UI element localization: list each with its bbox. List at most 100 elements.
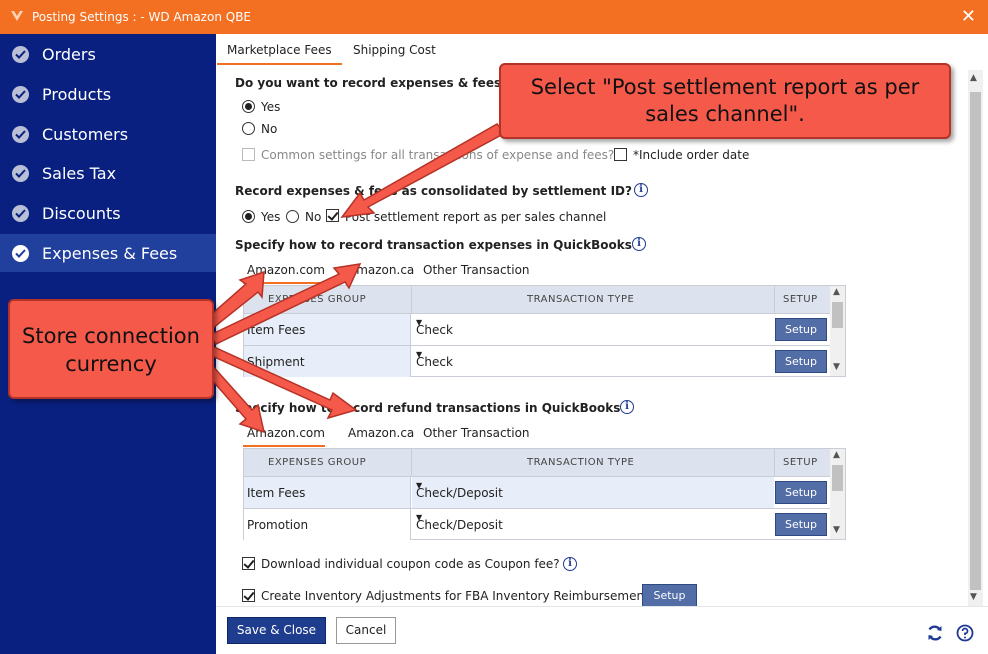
radio-record-no[interactable] bbox=[242, 122, 255, 135]
subtab-amazon-com[interactable]: Amazon.com bbox=[247, 426, 325, 440]
section-transaction-expenses-title: Specify how to record transaction expens… bbox=[235, 238, 632, 252]
coupon-fee-checkbox[interactable] bbox=[242, 557, 255, 570]
cell-group: Item Fees bbox=[247, 323, 306, 337]
radio-label-no: No bbox=[261, 122, 278, 136]
grid-header: EXPENSES GROUP TRANSACTION TYPE SETUP bbox=[244, 286, 830, 313]
setup-button[interactable]: Setup bbox=[775, 481, 827, 504]
common-settings-label: Common settings for all transactions of … bbox=[261, 148, 615, 162]
coupon-fee-label: Download individual coupon code as Coupo… bbox=[261, 557, 560, 571]
scroll-down-icon[interactable]: ▼ bbox=[970, 592, 977, 602]
info-icon[interactable]: i bbox=[620, 400, 634, 414]
help-icon[interactable] bbox=[956, 624, 974, 642]
dropdown-arrow-icon[interactable]: ▼ bbox=[416, 350, 770, 359]
subtab-amazon-ca[interactable]: Amazon.ca bbox=[348, 263, 414, 277]
check-circle-icon bbox=[12, 46, 29, 63]
setup-button[interactable]: Setup bbox=[775, 513, 827, 536]
info-icon[interactable]: i bbox=[563, 557, 577, 571]
transaction-type-dropdown[interactable]: Check ▼ bbox=[412, 314, 774, 345]
radio-label-yes: Yes bbox=[261, 100, 281, 114]
transaction-type-dropdown[interactable]: Check/Deposit ▼ bbox=[412, 477, 774, 508]
app-logo-icon bbox=[11, 11, 23, 21]
include-order-date-label: *Include order date bbox=[633, 148, 750, 162]
dropdown-arrow-icon[interactable]: ▼ bbox=[416, 513, 770, 522]
subtab-amazon-ca[interactable]: Amazon.ca bbox=[348, 426, 414, 440]
col-header-type: TRANSACTION TYPE bbox=[527, 294, 635, 305]
scroll-up-icon[interactable]: ▲ bbox=[970, 73, 977, 83]
common-settings-checkbox[interactable] bbox=[242, 148, 255, 161]
scroll-down-icon[interactable]: ▼ bbox=[833, 525, 840, 535]
table-row[interactable]: Item Fees Check ▼ Setup bbox=[244, 313, 830, 345]
scroll-up-icon[interactable]: ▲ bbox=[833, 450, 840, 460]
info-icon[interactable]: i bbox=[632, 237, 646, 251]
tab-marketplace-fees[interactable]: Marketplace Fees bbox=[217, 43, 342, 65]
col-header-setup: SETUP bbox=[783, 294, 818, 305]
check-circle-icon bbox=[12, 245, 29, 262]
check-circle-icon bbox=[12, 205, 29, 222]
col-header-group: EXPENSES GROUP bbox=[268, 294, 367, 305]
check-circle-icon bbox=[12, 165, 29, 182]
sidebar-item-expenses-fees[interactable]: Expenses & Fees bbox=[0, 234, 216, 272]
post-settlement-label: Post settlement report as per sales chan… bbox=[345, 210, 607, 224]
refund-grid: EXPENSES GROUP TRANSACTION TYPE SETUP It… bbox=[243, 448, 846, 540]
sidebar-item-label: Discounts bbox=[42, 204, 121, 223]
subtab-other-transaction[interactable]: Other Transaction bbox=[423, 426, 530, 440]
sidebar-item-label: Sales Tax bbox=[42, 164, 117, 183]
scroll-down-icon[interactable]: ▼ bbox=[833, 362, 840, 372]
radio-record-yes[interactable] bbox=[242, 100, 255, 113]
check-circle-icon bbox=[12, 126, 29, 143]
sidebar-item-label: Orders bbox=[42, 45, 96, 64]
active-subtab-indicator bbox=[243, 282, 325, 284]
col-header-setup: SETUP bbox=[783, 457, 818, 468]
sidebar-item-label: Products bbox=[42, 85, 112, 104]
check-circle-icon bbox=[12, 86, 29, 103]
transaction-type-dropdown[interactable]: Check/Deposit ▼ bbox=[412, 509, 774, 540]
sidebar-item-label: Customers bbox=[42, 125, 129, 144]
radio-consolidated-yes[interactable] bbox=[242, 210, 255, 223]
sidebar-item-customers[interactable]: Customers bbox=[0, 115, 216, 153]
sidebar-item-sales-tax[interactable]: Sales Tax bbox=[0, 154, 216, 192]
close-icon[interactable]: ✕ bbox=[961, 6, 976, 27]
main-scrollbar[interactable]: ▲ ▼ bbox=[968, 70, 983, 606]
subtab-amazon-com[interactable]: Amazon.com bbox=[247, 263, 325, 277]
sidebar-item-products[interactable]: Products bbox=[0, 75, 216, 113]
refresh-icon[interactable] bbox=[926, 624, 944, 642]
sidebar-item-label: Expenses & Fees bbox=[42, 244, 178, 263]
setup-button[interactable]: Setup bbox=[775, 318, 827, 341]
table-row[interactable]: Shipment Check ▼ Setup bbox=[244, 345, 830, 377]
radio-consolidated-no[interactable] bbox=[286, 210, 299, 223]
include-order-date-checkbox[interactable] bbox=[614, 148, 627, 161]
section-refund-title: Specify how to record refund transaction… bbox=[235, 401, 621, 415]
tab-shipping-cost[interactable]: Shipping Cost bbox=[353, 43, 436, 57]
cell-group: Shipment bbox=[247, 355, 305, 369]
save-close-button[interactable]: Save & Close bbox=[227, 617, 326, 644]
radio-label-no: No bbox=[305, 210, 322, 224]
cell-group: Promotion bbox=[247, 518, 309, 532]
post-settlement-checkbox[interactable] bbox=[326, 209, 339, 222]
info-icon[interactable]: i bbox=[634, 183, 648, 197]
scroll-up-icon[interactable]: ▲ bbox=[833, 287, 840, 297]
grid-header: EXPENSES GROUP TRANSACTION TYPE SETUP bbox=[244, 449, 830, 476]
fba-setup-button[interactable]: Setup bbox=[642, 584, 697, 607]
dropdown-arrow-icon[interactable]: ▼ bbox=[416, 318, 770, 327]
col-header-type: TRANSACTION TYPE bbox=[527, 457, 635, 468]
cell-group: Item Fees bbox=[247, 486, 306, 500]
dropdown-arrow-icon[interactable]: ▼ bbox=[416, 481, 770, 490]
subtab-other-transaction[interactable]: Other Transaction bbox=[423, 263, 530, 277]
grid-scrollbar[interactable]: ▲ ▼ bbox=[830, 449, 845, 539]
scrollbar-thumb[interactable] bbox=[970, 92, 981, 590]
sidebar-item-discounts[interactable]: Discounts bbox=[0, 194, 216, 232]
table-row[interactable]: Item Fees Check/Deposit ▼ Setup bbox=[244, 476, 830, 508]
cancel-button[interactable]: Cancel bbox=[336, 617, 396, 644]
grid-scrollbar[interactable]: ▲ ▼ bbox=[830, 286, 845, 376]
callout-store-currency: Store connection currency bbox=[8, 299, 214, 399]
question-record-expenses: Do you want to record expenses & fees? bbox=[235, 76, 509, 90]
fba-adjustments-checkbox[interactable] bbox=[242, 589, 255, 602]
col-header-group: EXPENSES GROUP bbox=[268, 457, 367, 468]
table-row[interactable]: Promotion Check/Deposit ▼ Setup bbox=[244, 508, 830, 540]
sidebar-item-orders[interactable]: Orders bbox=[0, 35, 216, 73]
setup-button[interactable]: Setup bbox=[775, 350, 827, 373]
callout-post-settlement: Select "Post settlement report as per sa… bbox=[499, 63, 951, 139]
fba-adjustments-label: Create Inventory Adjustments for FBA Inv… bbox=[261, 589, 649, 603]
active-subtab-indicator bbox=[243, 445, 325, 447]
transaction-type-dropdown[interactable]: Check ▼ bbox=[412, 346, 774, 377]
